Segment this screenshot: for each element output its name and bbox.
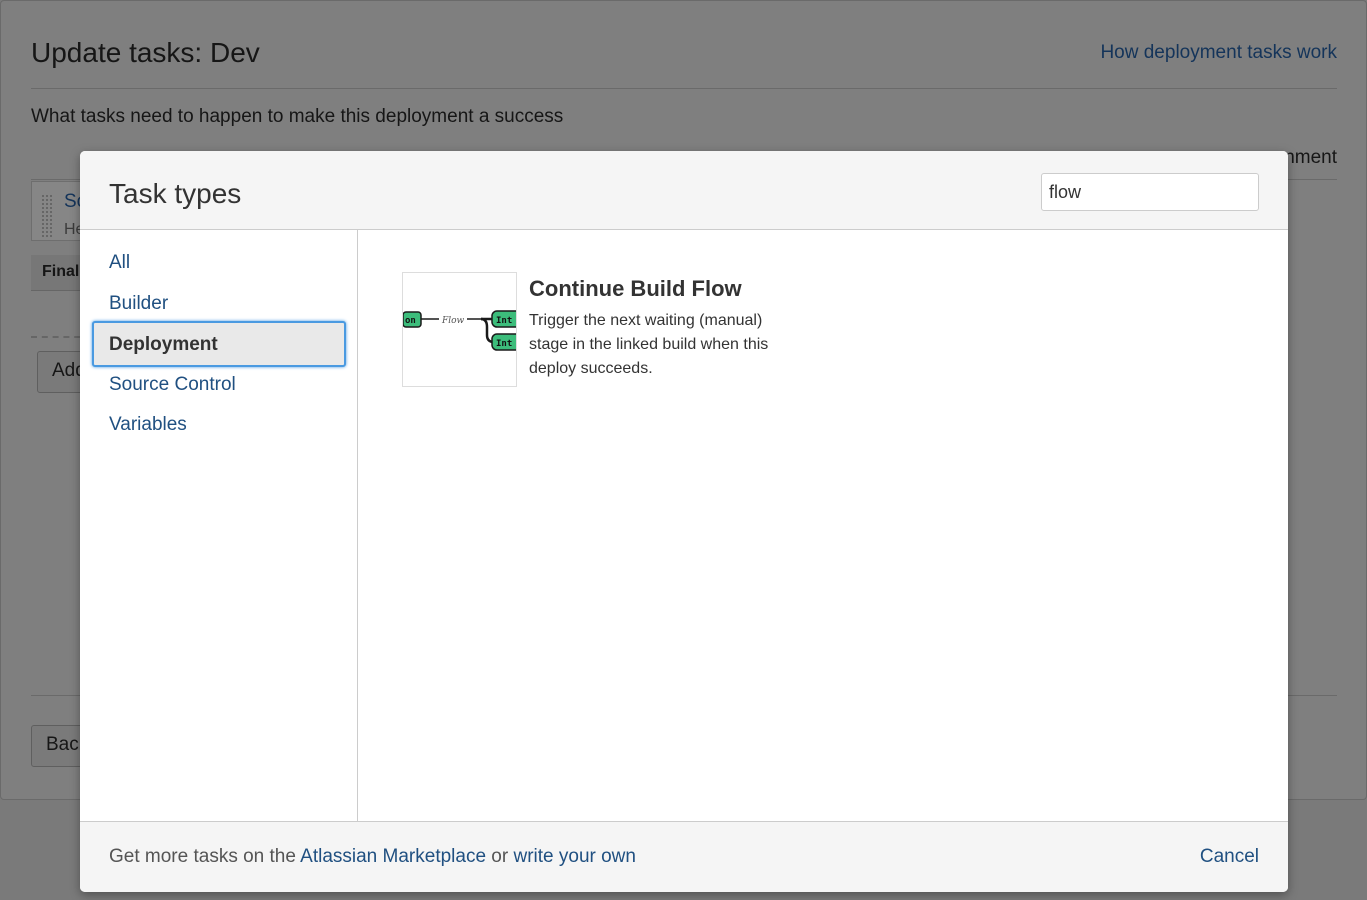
task-name[interactable]: Continue Build Flow (529, 276, 742, 302)
divider (31, 88, 1337, 89)
flow-node-right-top-label: Int (496, 316, 512, 326)
dialog-title: Task types (109, 178, 242, 209)
flow-node-left-label: on (405, 316, 416, 326)
flow-edge-label: Flow (441, 316, 465, 326)
drag-handle-icon[interactable] (41, 194, 53, 238)
nav-item-deployment[interactable]: Deployment (92, 321, 346, 367)
cancel-button[interactable]: Cancel (1200, 846, 1259, 868)
page-title: Update tasks: Dev (31, 37, 260, 68)
flow-node-right-bottom-label: Int (496, 339, 512, 349)
task-results: on Flow Int Int Continue Build Flow Trig… (359, 230, 1288, 821)
nav-item-all[interactable]: All (109, 252, 130, 274)
nav-item-source-control[interactable]: Source Control (109, 374, 236, 396)
task-category-nav: All Builder Deployment Source Control Va… (80, 230, 358, 821)
write-your-own-link[interactable]: write your own (513, 846, 636, 867)
task-search-input[interactable] (1041, 173, 1259, 211)
footer-prefix: Get more tasks on the (109, 846, 301, 867)
nav-item-builder[interactable]: Builder (109, 293, 168, 315)
marketplace-link[interactable]: Atlassian Marketplace (300, 846, 486, 867)
footer-middle: or (486, 846, 514, 867)
dialog-footer: Get more tasks on the Atlassian Marketpl… (80, 821, 1288, 892)
build-flow-icon: on Flow Int Int (402, 272, 517, 387)
dialog-body: All Builder Deployment Source Control Va… (80, 230, 1288, 821)
nav-item-variables[interactable]: Variables (109, 414, 187, 436)
page-description: What tasks need to happen to make this d… (31, 106, 564, 127)
footer-text: Get more tasks on the Atlassian Marketpl… (109, 846, 636, 868)
task-card-continue-build-flow[interactable]: on Flow Int Int Continue Build Flow Trig… (402, 272, 902, 392)
task-description: Trigger the next waiting (manual) stage … (529, 312, 769, 377)
environment-text: nment (1284, 147, 1337, 168)
nav-item-label: Deployment (109, 334, 218, 355)
help-link[interactable]: How deployment tasks work (1100, 42, 1337, 64)
dialog-header: Task types (80, 151, 1288, 230)
task-types-dialog: Task types All Builder Deployment Source… (80, 151, 1288, 892)
final-tasks-label: Final (42, 263, 80, 280)
